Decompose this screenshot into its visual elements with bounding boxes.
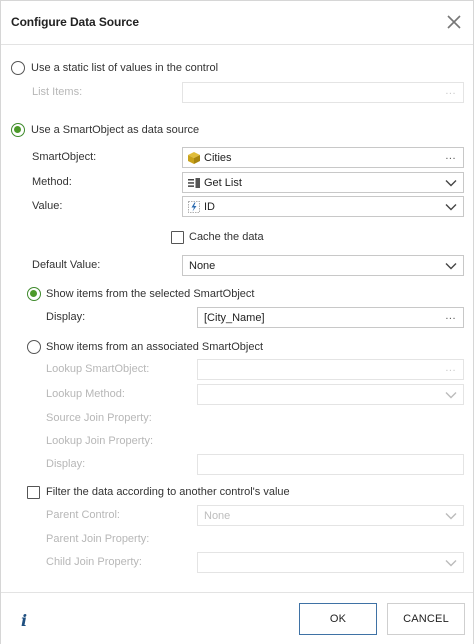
- cancel-button[interactable]: CANCEL: [387, 603, 465, 635]
- smartobject-source-radio-label[interactable]: Use a SmartObject as data source: [31, 124, 199, 136]
- parent-control-value: None: [204, 510, 231, 522]
- chevron-down-icon: [445, 560, 457, 567]
- method-value: Get List: [204, 177, 242, 189]
- display-label: Display:: [46, 311, 86, 323]
- smartobject-ellipsis-button[interactable]: ...: [445, 150, 456, 162]
- chevron-down-icon: [445, 513, 457, 520]
- lookup-smartobject-label: Lookup SmartObject:: [46, 363, 150, 375]
- list-method-icon: [188, 178, 200, 188]
- list-items-label: List Items:: [32, 86, 83, 98]
- source-join-property-label: Source Join Property:: [46, 412, 152, 424]
- lookup-method-select: [197, 384, 464, 405]
- list-items-field: ...: [182, 82, 464, 103]
- smartobject-value: Cities: [204, 152, 232, 164]
- child-join-property-label: Child Join Property:: [46, 556, 142, 568]
- static-list-radio-label[interactable]: Use a static list of values in the contr…: [31, 62, 218, 74]
- dialog-titlebar: Configure Data Source: [1, 1, 473, 45]
- close-icon[interactable]: [445, 13, 463, 31]
- value-select[interactable]: ID: [182, 196, 464, 217]
- display-value: [City_Name]: [204, 312, 265, 324]
- default-value-select[interactable]: None: [182, 255, 464, 276]
- filter-data-label[interactable]: Filter the data according to another con…: [46, 486, 290, 498]
- cache-data-checkbox[interactable]: [171, 231, 184, 244]
- key-property-icon: [188, 201, 200, 213]
- lookup-join-property-label: Lookup Join Property:: [46, 435, 154, 447]
- associated-smartobject-radio-label[interactable]: Show items from an associated SmartObjec…: [46, 341, 263, 353]
- info-icon[interactable]: i: [21, 611, 27, 630]
- dialog-footer: i OK CANCEL: [1, 592, 473, 644]
- lookup-smartobject-ellipsis-button: ...: [445, 362, 456, 374]
- method-select[interactable]: Get List: [182, 172, 464, 193]
- chevron-down-icon: [445, 263, 457, 270]
- associated-smartobject-radio[interactable]: [27, 340, 41, 354]
- parent-join-property-label: Parent Join Property:: [46, 533, 150, 545]
- display-field[interactable]: [City_Name] ...: [197, 307, 464, 328]
- configure-data-source-dialog: Configure Data Source Use a static list …: [0, 0, 474, 644]
- parent-control-select: None: [197, 505, 464, 526]
- ok-button[interactable]: OK: [299, 603, 377, 635]
- display-ellipsis-button[interactable]: ...: [445, 310, 456, 322]
- parent-control-label: Parent Control:: [46, 509, 120, 521]
- chevron-down-icon: [445, 204, 457, 211]
- default-value-value: None: [189, 260, 216, 272]
- value-value: ID: [204, 201, 215, 213]
- default-value-label: Default Value:: [32, 259, 101, 271]
- static-list-radio[interactable]: [11, 61, 25, 75]
- smartobject-cube-icon: [188, 152, 200, 164]
- lookup-smartobject-field: ...: [197, 359, 464, 380]
- filter-data-checkbox[interactable]: [27, 486, 40, 499]
- smartobject-label: SmartObject:: [32, 151, 97, 163]
- associated-display-field: [197, 454, 464, 475]
- associated-display-label: Display:: [46, 458, 86, 470]
- value-label: Value:: [32, 200, 63, 212]
- selected-smartobject-radio-label[interactable]: Show items from the selected SmartObject: [46, 288, 254, 300]
- method-label: Method:: [32, 176, 72, 188]
- smartobject-source-radio[interactable]: [11, 123, 25, 137]
- smartobject-field[interactable]: Cities ...: [182, 147, 464, 168]
- chevron-down-icon: [445, 392, 457, 399]
- child-join-property-select: [197, 552, 464, 573]
- lookup-method-label: Lookup Method:: [46, 388, 125, 400]
- chevron-down-icon: [445, 180, 457, 187]
- cache-data-label[interactable]: Cache the data: [189, 231, 264, 243]
- selected-smartobject-radio[interactable]: [27, 287, 41, 301]
- list-items-ellipsis-button: ...: [445, 85, 456, 97]
- dialog-title: Configure Data Source: [11, 15, 139, 29]
